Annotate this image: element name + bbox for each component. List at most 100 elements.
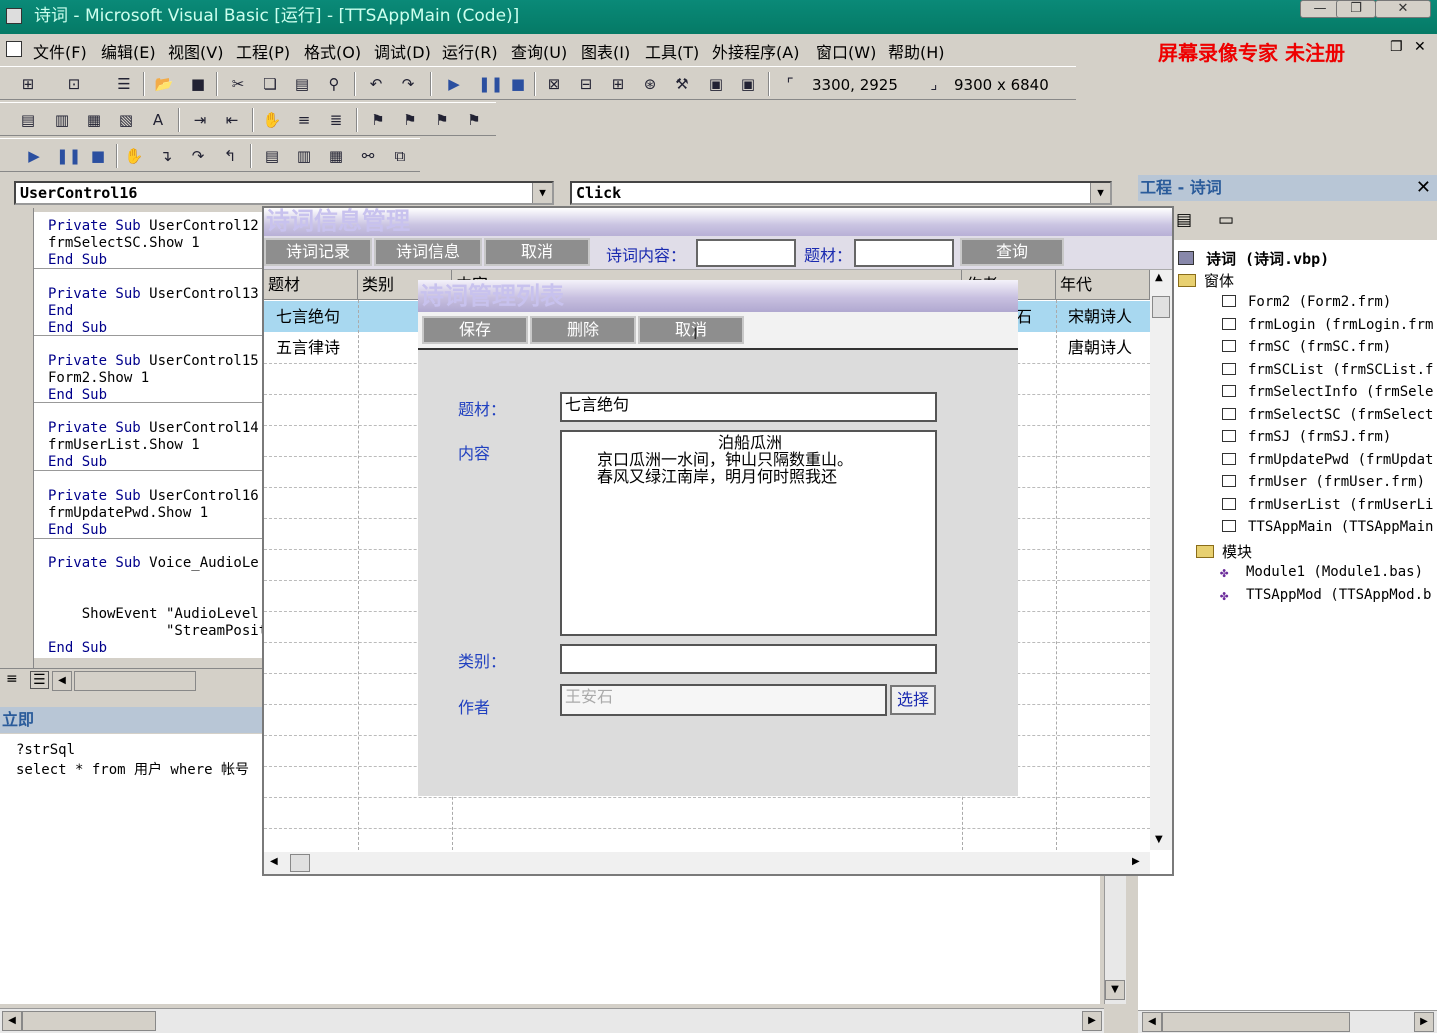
procedure-view-icon[interactable]: ≡: [6, 671, 18, 687]
column-header[interactable]: 题材: [264, 270, 358, 300]
undo-icon[interactable]: ↶: [366, 75, 386, 93]
project-explorer-icon[interactable]: ⊠: [544, 75, 564, 93]
menu-query[interactable]: 查询(U): [511, 39, 567, 63]
tree-item-form[interactable]: frmUser (frmUser.frm): [1222, 474, 1425, 490]
menu-run[interactable]: 运行(R): [442, 39, 498, 63]
tree-item-form[interactable]: frmSelectInfo (frmSele: [1222, 384, 1433, 400]
clear-bookmarks-icon[interactable]: ⚑: [464, 111, 484, 129]
debug-pause-icon[interactable]: ❚❚: [56, 147, 81, 165]
previous-bookmark-icon[interactable]: ⚑: [432, 111, 452, 129]
menu-file[interactable]: 文件(F): [33, 39, 87, 63]
grid-h-scrollbar[interactable]: ◀ ▶: [264, 852, 1150, 874]
scroll-right-icon[interactable]: ▶: [1082, 1011, 1102, 1031]
view-object-icon[interactable]: ▤: [1176, 210, 1192, 230]
tree-item-module[interactable]: ✤ Module1 (Module1.bas): [1220, 564, 1423, 580]
step-into-icon[interactable]: ↴: [156, 147, 176, 165]
watch-window-icon[interactable]: ▦: [326, 147, 346, 165]
h-scroll-thumb[interactable]: [1162, 1012, 1350, 1032]
tree-folder-modules[interactable]: 模块: [1196, 541, 1252, 562]
theme-search-input[interactable]: [854, 239, 954, 267]
scroll-right-icon[interactable]: ▶: [1132, 856, 1140, 867]
object-combo[interactable]: UserControl16 ▼: [14, 181, 554, 205]
theme-field[interactable]: 七言绝句: [560, 392, 937, 422]
indent-icon[interactable]: ⇥: [190, 111, 210, 129]
project-root[interactable]: 诗词 (诗词.vbp): [1178, 248, 1329, 269]
category-field[interactable]: [560, 644, 937, 674]
save-icon[interactable]: ■: [188, 75, 208, 93]
v-scroll-thumb[interactable]: [1152, 296, 1170, 318]
stop-icon[interactable]: ■: [508, 75, 528, 93]
tree-item-form[interactable]: frmUserList (frmUserLi: [1222, 497, 1433, 513]
tree-item-form[interactable]: Form2 (Form2.frm): [1222, 294, 1391, 310]
scroll-down-icon[interactable]: ▼: [1155, 834, 1163, 845]
redo-icon[interactable]: ↷: [398, 75, 418, 93]
outdent-icon[interactable]: ⇤: [222, 111, 242, 129]
h-scroll-thumb[interactable]: [290, 854, 310, 872]
cut-icon[interactable]: ✂: [228, 75, 248, 93]
immediate-window-icon[interactable]: ▥: [294, 147, 314, 165]
tree-item-form[interactable]: frmLogin (frmLogin.frm: [1222, 317, 1433, 333]
uncomment-block-icon[interactable]: ≣: [326, 111, 346, 129]
toggle-breakpoint-icon[interactable]: ✋: [262, 111, 282, 129]
scroll-left-icon[interactable]: ◀: [1142, 1012, 1162, 1032]
immediate-h-scrollbar[interactable]: ◀ ▶: [0, 1008, 1104, 1033]
properties-icon[interactable]: ⊟: [576, 75, 596, 93]
scroll-left-icon[interactable]: ◀: [52, 671, 72, 691]
h-scroll-thumb[interactable]: [22, 1011, 156, 1031]
comment-block-icon[interactable]: ≡: [294, 111, 314, 129]
quick-watch-icon[interactable]: ⚯: [358, 147, 378, 165]
mdi-restore-icon[interactable]: ❐: [1390, 39, 1403, 55]
menu-editor-icon[interactable]: ☰: [114, 75, 134, 93]
h-scroll-thumb[interactable]: [74, 671, 196, 691]
breakpoint-icon[interactable]: ✋: [124, 147, 144, 165]
scroll-left-icon[interactable]: ◀: [270, 856, 278, 867]
menu-debug[interactable]: 调试(D): [374, 39, 431, 63]
menu-addins[interactable]: 外接程序(A): [712, 39, 799, 63]
mdi-close-icon[interactable]: ✕: [1414, 39, 1426, 55]
column-header[interactable]: 年代: [1056, 270, 1150, 300]
cancel-button[interactable]: 取消: [484, 238, 590, 266]
full-module-view-icon[interactable]: ☰: [30, 671, 49, 689]
project-tree[interactable]: 诗词 (诗词.vbp) −窗体 Form2 (Form2.frm) frmLog…: [1138, 240, 1437, 1010]
tree-item-form[interactable]: TTSAppMain (TTSAppMain: [1222, 519, 1433, 535]
call-stack-icon[interactable]: ⧉: [390, 147, 410, 165]
component-manager-icon[interactable]: ▣: [738, 75, 758, 93]
pause-icon[interactable]: ❚❚: [478, 75, 503, 93]
toggle-bookmark-icon[interactable]: ⚑: [368, 111, 388, 129]
scroll-down-icon[interactable]: ▼: [1105, 980, 1125, 1000]
menu-edit[interactable]: 编辑(E): [101, 39, 156, 63]
debug-stop-icon[interactable]: ■: [88, 147, 108, 165]
paste-icon[interactable]: ▤: [292, 75, 312, 93]
menu-diagram[interactable]: 图表(I): [581, 39, 630, 63]
poem-info-button[interactable]: 诗词信息: [374, 238, 482, 266]
restore-button[interactable]: ❐: [1336, 0, 1376, 18]
toolbox-icon[interactable]: ⚒: [672, 75, 692, 93]
query-button[interactable]: 查询: [960, 238, 1064, 266]
content-search-input[interactable]: [696, 239, 796, 267]
chevron-down-icon[interactable]: ▼: [532, 183, 552, 203]
quick-info-icon[interactable]: ▦: [84, 111, 104, 129]
minimize-button[interactable]: —: [1300, 0, 1340, 18]
menu-tools[interactable]: 工具(T): [645, 39, 699, 63]
object-browser-icon[interactable]: ⊛: [640, 75, 660, 93]
form-layout-icon[interactable]: ⊞: [608, 75, 628, 93]
tree-item-form[interactable]: frmSelectSC (frmSelect: [1222, 407, 1433, 423]
menu-project[interactable]: 工程(P): [236, 39, 290, 63]
parameter-info-icon[interactable]: ▧: [116, 111, 136, 129]
toggle-folders-icon[interactable]: ▭: [1218, 210, 1234, 230]
project-h-scrollbar[interactable]: ◀ ▶: [1138, 1010, 1437, 1033]
scroll-left-icon[interactable]: ◀: [2, 1011, 22, 1031]
add-form-icon[interactable]: ⊡: [64, 75, 84, 93]
close-icon[interactable]: ✕: [1416, 175, 1431, 201]
menu-window[interactable]: 窗口(W): [816, 39, 876, 63]
menu-view[interactable]: 视图(V): [168, 39, 223, 63]
step-out-icon[interactable]: ↰: [220, 147, 240, 165]
run-icon[interactable]: ▶: [444, 75, 464, 93]
grid-v-scrollbar[interactable]: ▲ ▼: [1150, 270, 1172, 850]
tree-item-form[interactable]: frmSJ (frmSJ.frm): [1222, 429, 1391, 445]
tree-item-form[interactable]: frmSCList (frmSCList.f: [1222, 362, 1433, 378]
poem-records-button[interactable]: 诗词记录: [264, 238, 372, 266]
menu-help[interactable]: 帮助(H): [888, 39, 945, 63]
list-properties-icon[interactable]: ▤: [18, 111, 38, 129]
add-project-icon[interactable]: ⊞: [18, 75, 38, 93]
